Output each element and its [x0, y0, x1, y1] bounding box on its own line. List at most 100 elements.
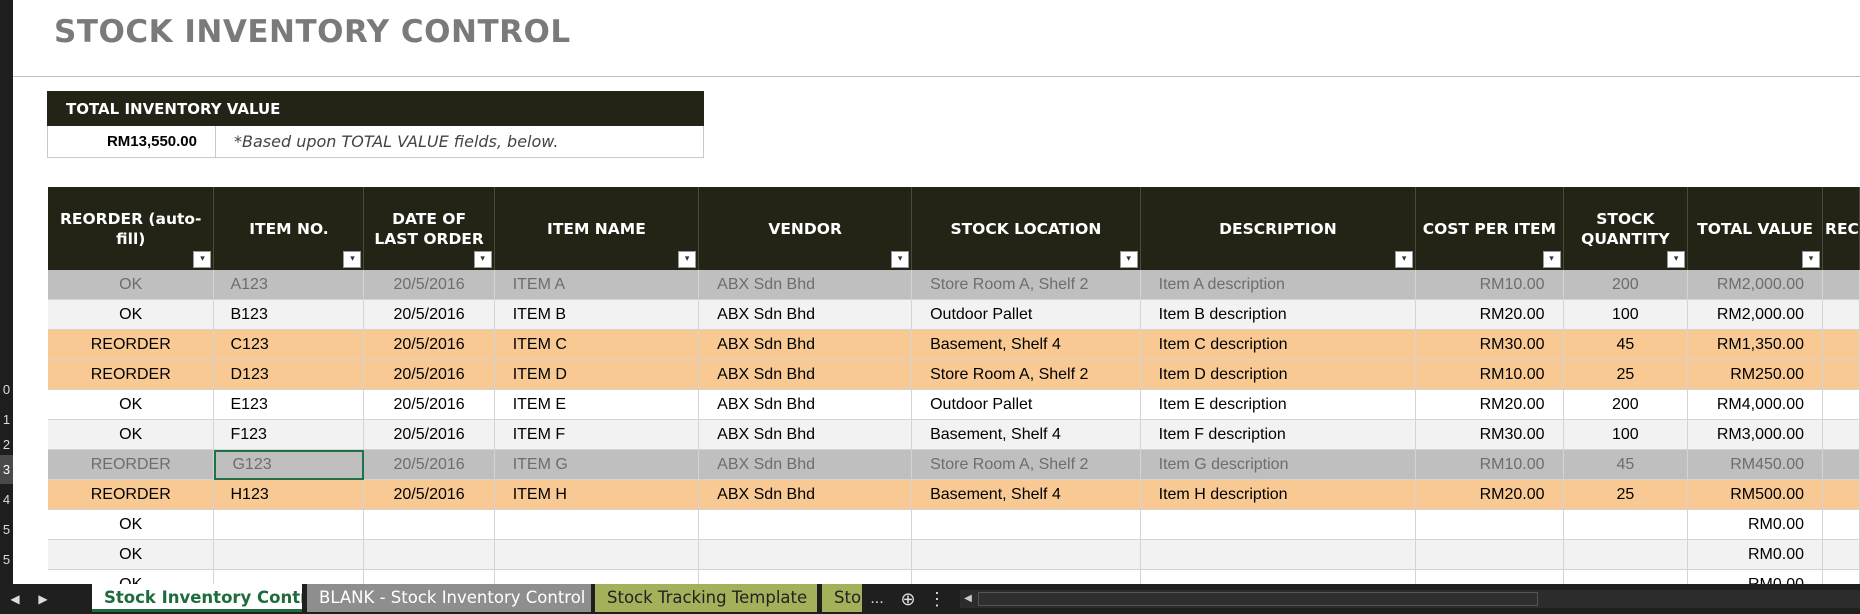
reorder-cell[interactable]: OK: [48, 389, 215, 420]
filter-dropdown-icon[interactable]: ▾: [193, 251, 212, 268]
reorder-cell[interactable]: OK: [48, 539, 215, 570]
cost-cell[interactable]: RM20.00: [1415, 299, 1564, 330]
filter-dropdown-icon[interactable]: ▾: [1395, 251, 1414, 268]
description-cell[interactable]: [1140, 509, 1417, 540]
quantity-cell[interactable]: [1563, 539, 1689, 570]
vendor-cell[interactable]: ABX Sdn Bhd: [698, 389, 913, 420]
description-cell[interactable]: [1140, 539, 1417, 570]
column-header[interactable]: TOTAL VALUE ▾: [1687, 187, 1824, 270]
item-no-cell[interactable]: E123: [213, 389, 365, 420]
description-cell[interactable]: Item E description: [1140, 389, 1417, 420]
total-value-cell[interactable]: RM0.00: [1687, 539, 1824, 570]
row-number[interactable]: [0, 0, 13, 29]
quantity-cell[interactable]: 25: [1563, 359, 1689, 390]
overflow-cell[interactable]: [1822, 299, 1860, 330]
location-cell[interactable]: [911, 509, 1141, 540]
total-value-cell[interactable]: RM0.00: [1687, 509, 1824, 540]
date-cell[interactable]: 20/5/2016: [363, 389, 495, 420]
reorder-cell[interactable]: REORDER: [48, 449, 215, 480]
item-no-cell[interactable]: D123: [213, 359, 365, 390]
quantity-cell[interactable]: 45: [1563, 329, 1689, 360]
item-no-cell[interactable]: [213, 509, 365, 540]
cost-cell[interactable]: RM10.00: [1415, 270, 1564, 300]
total-value-cell[interactable]: RM450.00: [1687, 449, 1824, 480]
cost-cell[interactable]: RM30.00: [1415, 419, 1564, 450]
location-cell[interactable]: Store Room A, Shelf 2: [911, 449, 1141, 480]
row-number[interactable]: [0, 60, 13, 89]
overflow-cell[interactable]: [1822, 419, 1860, 450]
filter-dropdown-icon[interactable]: ▾: [1802, 251, 1821, 268]
column-header[interactable]: DESCRIPTION ▾: [1140, 187, 1417, 270]
column-header[interactable]: REORDER (auto-fill) ▾: [48, 187, 215, 270]
reorder-cell[interactable]: OK: [48, 270, 215, 300]
quantity-cell[interactable]: 200: [1563, 389, 1689, 420]
overflow-cell[interactable]: [1822, 329, 1860, 360]
row-number[interactable]: [0, 30, 13, 59]
column-header[interactable]: STOCK QUANTITY ▾: [1563, 187, 1689, 270]
overflow-cell[interactable]: [1822, 509, 1860, 540]
cost-cell[interactable]: RM10.00: [1415, 359, 1564, 390]
sheet-tab[interactable]: BLANK - Stock Inventory Control: [307, 584, 591, 612]
date-cell[interactable]: 20/5/2016: [363, 329, 495, 360]
reorder-cell[interactable]: OK: [48, 509, 215, 540]
date-cell[interactable]: 20/5/2016: [363, 449, 495, 480]
item-no-cell[interactable]: F123: [213, 419, 365, 450]
description-cell[interactable]: Item D description: [1140, 359, 1417, 390]
cost-cell[interactable]: [1415, 509, 1564, 540]
date-cell[interactable]: 20/5/2016: [363, 359, 495, 390]
item-no-cell[interactable]: B123: [213, 299, 365, 330]
item-name-cell[interactable]: ITEM F: [494, 419, 700, 450]
vendor-cell[interactable]: ABX Sdn Bhd: [698, 479, 913, 510]
column-header[interactable]: REC: [1822, 187, 1860, 270]
next-sheet-icon[interactable]: ▶: [28, 584, 58, 614]
cost-cell[interactable]: RM20.00: [1415, 389, 1564, 420]
date-cell[interactable]: 20/5/2016: [363, 479, 495, 510]
vendor-cell[interactable]: [698, 509, 913, 540]
description-cell[interactable]: Item A description: [1140, 270, 1417, 300]
row-number[interactable]: [0, 150, 13, 179]
vendor-cell[interactable]: ABX Sdn Bhd: [698, 359, 913, 390]
cost-cell[interactable]: RM30.00: [1415, 329, 1564, 360]
reorder-cell[interactable]: REORDER: [48, 479, 215, 510]
tab-overflow[interactable]: ...: [866, 584, 888, 614]
row-number[interactable]: [0, 210, 13, 239]
description-cell[interactable]: Item G description: [1140, 449, 1417, 480]
location-cell[interactable]: Outdoor Pallet: [911, 299, 1141, 330]
column-header[interactable]: DATE OF LAST ORDER ▾: [363, 187, 495, 270]
location-cell[interactable]: Basement, Shelf 4: [911, 479, 1141, 510]
column-header[interactable]: ITEM NO. ▾: [213, 187, 365, 270]
scroll-thumb[interactable]: [978, 592, 1538, 606]
cost-cell[interactable]: RM10.00: [1415, 449, 1564, 480]
item-name-cell[interactable]: ITEM D: [494, 359, 700, 390]
item-no-cell[interactable]: G123: [213, 449, 365, 480]
quantity-cell[interactable]: 100: [1563, 419, 1689, 450]
filter-dropdown-icon[interactable]: ▾: [343, 251, 362, 268]
quantity-cell[interactable]: 100: [1563, 299, 1689, 330]
item-no-cell[interactable]: [213, 539, 365, 570]
date-cell[interactable]: [363, 539, 495, 570]
column-header[interactable]: COST PER ITEM ▾: [1415, 187, 1564, 270]
sheet-tab[interactable]: Stock Tracking Template: [595, 584, 817, 612]
filter-dropdown-icon[interactable]: ▾: [891, 251, 910, 268]
plus-circle-icon[interactable]: ⊕: [894, 584, 922, 614]
row-number[interactable]: 4: [0, 485, 13, 514]
reorder-cell[interactable]: OK: [48, 299, 215, 330]
vendor-cell[interactable]: [698, 539, 913, 570]
total-value-cell[interactable]: RM3,000.00: [1687, 419, 1824, 450]
row-number[interactable]: [0, 240, 13, 269]
column-header[interactable]: VENDOR ▾: [698, 187, 913, 270]
total-value-cell[interactable]: RM500.00: [1687, 479, 1824, 510]
quantity-cell[interactable]: 200: [1563, 270, 1689, 300]
vendor-cell[interactable]: ABX Sdn Bhd: [698, 270, 913, 300]
overflow-cell[interactable]: [1822, 359, 1860, 390]
item-name-cell[interactable]: [494, 509, 700, 540]
total-value-cell[interactable]: RM1,350.00: [1687, 329, 1824, 360]
reorder-cell[interactable]: OK: [48, 419, 215, 450]
horizontal-scrollbar[interactable]: ◀: [960, 590, 1860, 608]
date-cell[interactable]: 20/5/2016: [363, 299, 495, 330]
cost-cell[interactable]: [1415, 539, 1564, 570]
date-cell[interactable]: [363, 509, 495, 540]
overflow-cell[interactable]: [1822, 389, 1860, 420]
sheet-tab[interactable]: Sto: [822, 584, 862, 612]
prev-sheet-icon[interactable]: ◀: [0, 584, 30, 614]
